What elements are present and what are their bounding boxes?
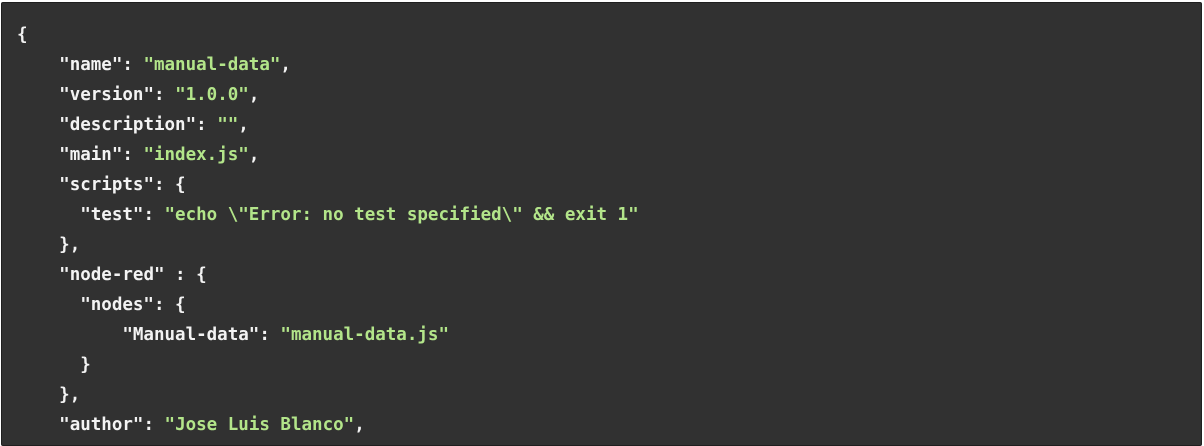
code-block: { "name": "manual-data", "version": "1.0… (1, 2, 1202, 446)
code-line: "nodes": { (17, 290, 639, 320)
json-string: "manual-data" (143, 55, 281, 75)
json-key: "Manual-data" (122, 325, 260, 345)
code-line: "node-red" : { (17, 260, 639, 290)
json-key: "version" (59, 85, 154, 105)
code-line: "name": "manual-data", (17, 50, 639, 80)
json-key: "test" (80, 205, 144, 225)
json-punctuation: : { (164, 265, 207, 285)
json-key: "node-red" (59, 265, 165, 285)
json-key: "scripts" (59, 175, 154, 195)
code-line: "description": "", (17, 110, 639, 140)
json-punctuation: , (280, 55, 291, 75)
json-punctuation: }, (59, 385, 81, 405)
json-string: "" (217, 115, 239, 135)
json-punctuation: , (248, 145, 260, 165)
json-key: "author" (59, 415, 144, 435)
json-punctuation: : (153, 85, 176, 105)
code-line: "main": "index.js", (17, 140, 639, 170)
json-string: "echo \"Error: no test specified\" && ex… (164, 205, 639, 225)
json-punctuation: : (259, 325, 281, 345)
code-line: }, (17, 230, 639, 260)
code-line: "version": "1.0.0", (17, 80, 639, 110)
code-line: }, (17, 380, 639, 410)
json-punctuation: { (17, 25, 28, 45)
json-punctuation: : (143, 415, 165, 435)
json-string: "1.0.0" (175, 85, 249, 105)
json-string: "Jose Luis Blanco" (164, 415, 355, 435)
json-key: "nodes" (80, 295, 154, 315)
json-key: "name" (59, 55, 123, 75)
code-line: { (17, 20, 639, 50)
json-punctuation: }, (59, 235, 81, 255)
code-line: } (17, 350, 639, 380)
json-punctuation: } (80, 355, 91, 375)
json-string: "index.js" (143, 145, 249, 165)
code-line: "scripts": { (17, 170, 639, 200)
json-punctuation: : { (153, 175, 186, 195)
json-punctuation: : (122, 145, 144, 165)
code-listing: { "name": "manual-data", "version": "1.0… (17, 20, 639, 440)
json-punctuation: : (122, 55, 144, 75)
code-line: "Manual-data": "manual-data.js" (17, 320, 639, 350)
json-punctuation: : (143, 205, 165, 225)
json-punctuation: , (248, 85, 260, 105)
json-punctuation: , (354, 415, 365, 435)
json-punctuation: , (238, 115, 249, 135)
code-line: "test": "echo \"Error: no test specified… (17, 200, 639, 230)
code-line: "author": "Jose Luis Blanco", (17, 410, 639, 440)
json-key: "main" (59, 145, 123, 165)
json-punctuation: : (196, 115, 218, 135)
json-key: "description" (59, 115, 197, 135)
json-punctuation: : { (153, 295, 186, 315)
json-string: "manual-data.js" (280, 325, 449, 345)
